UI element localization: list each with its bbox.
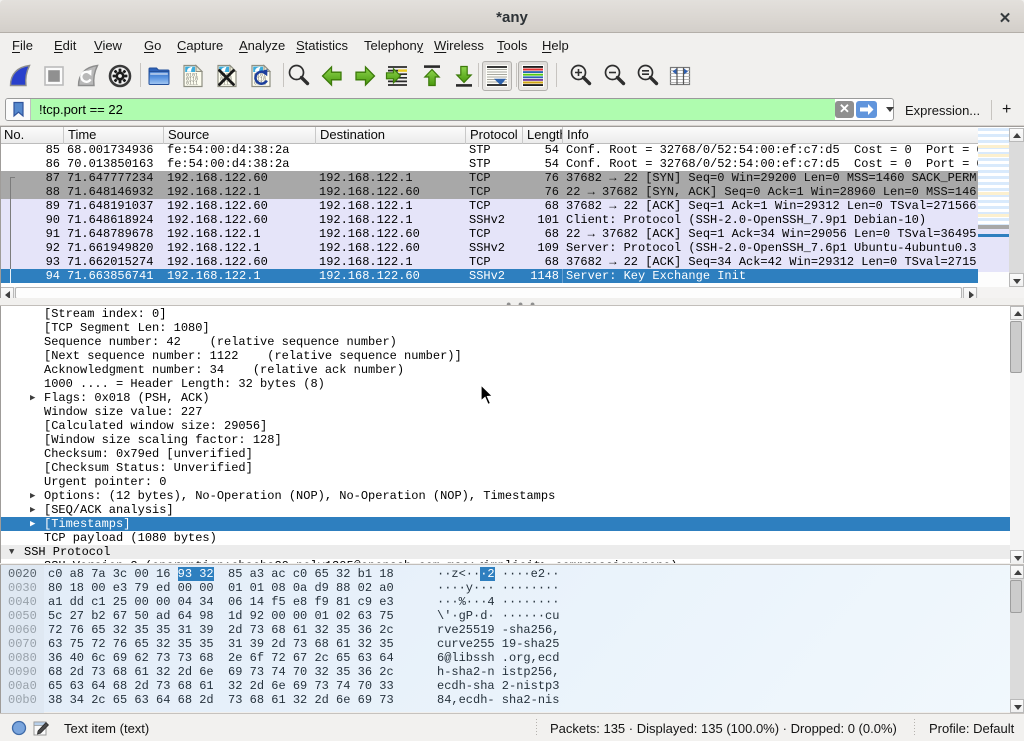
svg-text:0111: 0111: [186, 81, 198, 87]
